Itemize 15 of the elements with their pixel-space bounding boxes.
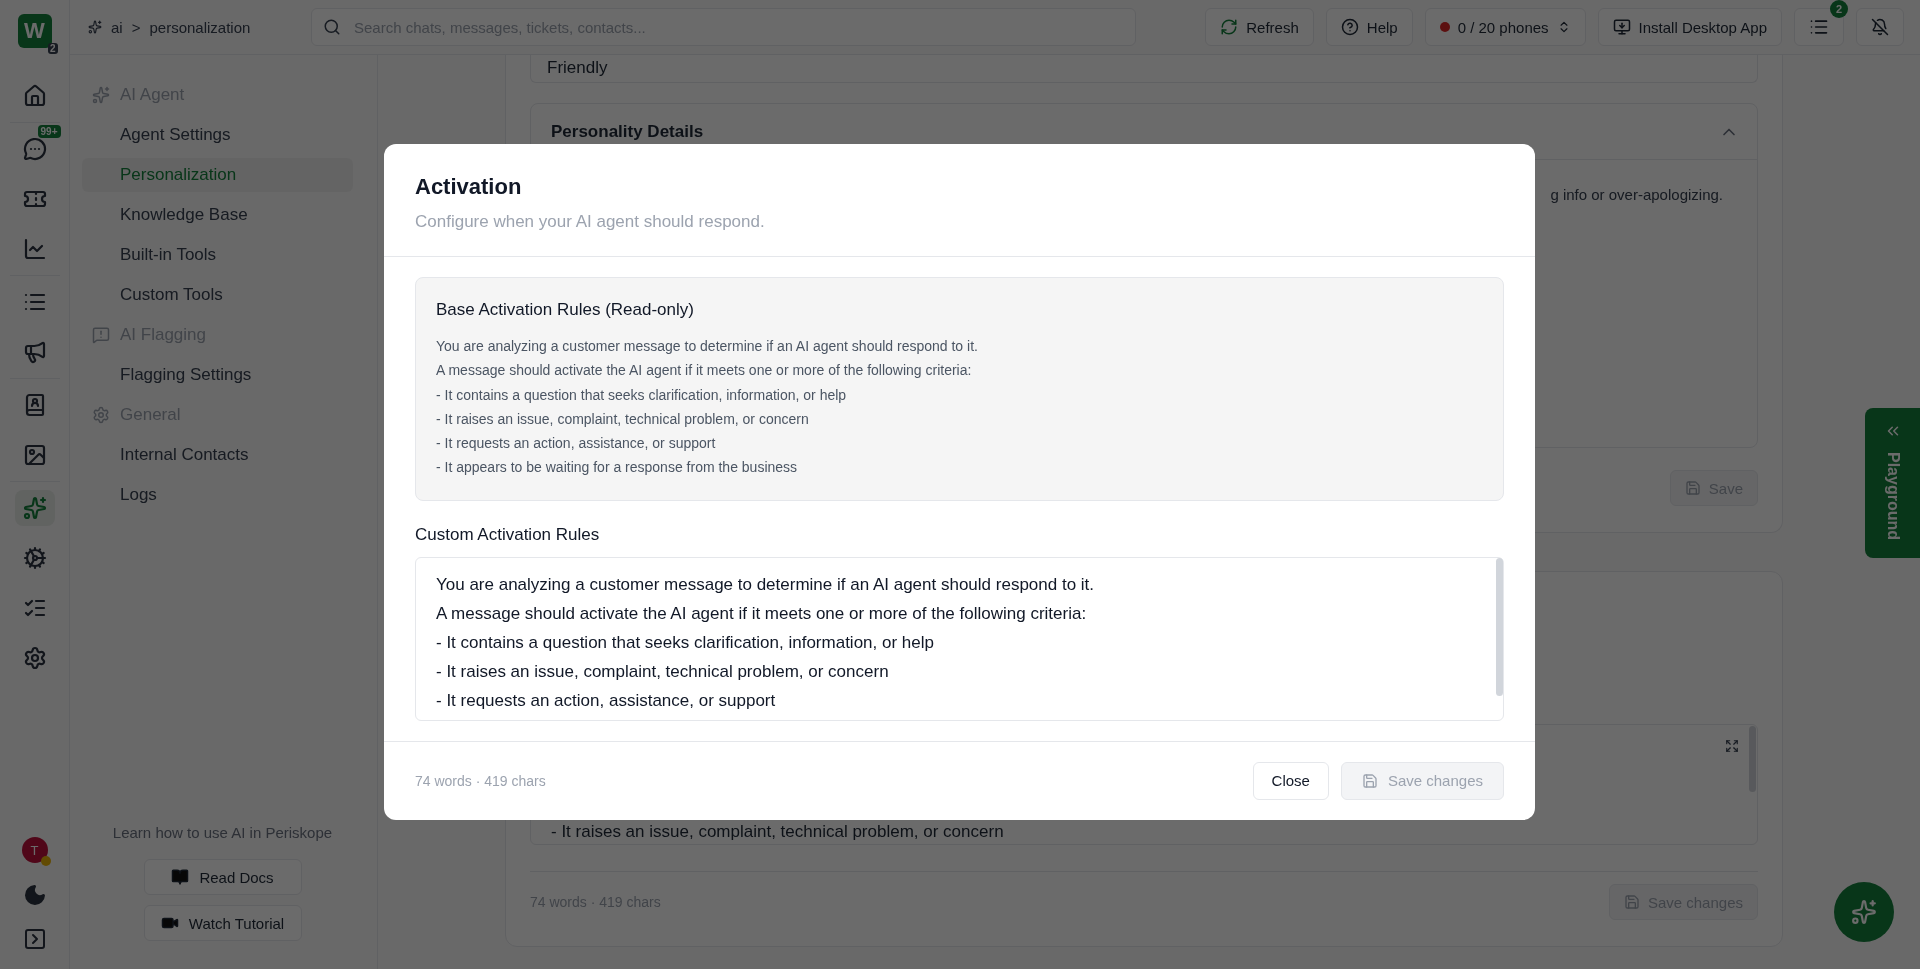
panel-title: Base Activation Rules (Read-only): [436, 300, 695, 320]
card-title: Personality Details: [551, 121, 704, 142]
count-badge: 2: [1830, 0, 1848, 18]
help-text: Learn how to use AI in Periskope: [112, 824, 333, 841]
breadcrumb-current: personalization: [149, 18, 251, 36]
unread-badge: 99+: [37, 125, 61, 138]
rules-text: - It raises an issue, complaint, technical problem, or concern: [551, 822, 1004, 842]
breadcrumb-separator: >: [131, 18, 141, 36]
base-rules-text: You are analyzing a customer message to determine if an AI agent should respond to it. A message should activate the AI agent if it meets one or more of the following criteria: - It contains a question that seeks clarification, information, or help - It raises an issue, complaint, technical problem, or concern - It requests an action, assistance, or support - It appears to be waiting for a response from the business: [436, 337, 979, 478]
dialog-subtitle: Configure when your AI agent should respond.: [415, 212, 766, 232]
personality-text: g info or over-apologizing.: [1550, 186, 1723, 203]
word-count: 74 words · 419 chars: [415, 772, 546, 789]
logo-badge: 2: [47, 43, 58, 54]
dialog-title: Activation: [415, 174, 523, 200]
field-label: Custom Activation Rules: [415, 524, 601, 545]
